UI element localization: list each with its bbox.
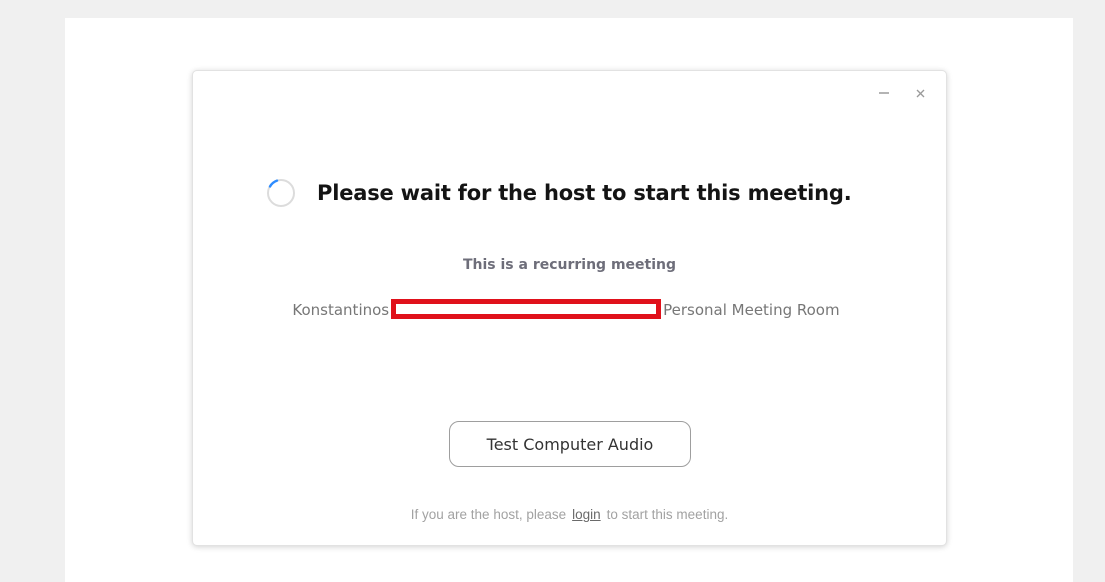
wait-message: Please wait for the host to start this m… — [265, 177, 852, 209]
test-computer-audio-button[interactable]: Test Computer Audio — [449, 421, 691, 467]
close-button[interactable] — [912, 85, 928, 101]
minimize-icon — [879, 92, 889, 94]
room-suffix: Personal Meeting Room — [663, 301, 840, 319]
meeting-room-name: Konstantinos Personal Meeting Room — [281, 297, 851, 324]
host-name: Konstantinos — [292, 301, 390, 319]
window-controls — [876, 85, 928, 101]
host-login-prompt: If you are the host, please login to start… — [193, 507, 946, 522]
recurring-meeting-label: This is a recurring meeting — [462, 257, 677, 273]
minimize-button[interactable] — [876, 85, 892, 101]
waiting-room-dialog: Please wait for the host to start this m… — [192, 70, 947, 546]
close-icon — [916, 89, 924, 97]
login-link[interactable]: login — [572, 507, 601, 522]
host-prompt-suffix: to start this meeting. — [606, 507, 729, 522]
redaction-box — [391, 298, 662, 319]
host-prompt-prefix: If you are the host, please — [410, 507, 567, 522]
page-title: Please wait for the host to start this m… — [317, 181, 852, 205]
loading-spinner-icon — [267, 179, 295, 207]
